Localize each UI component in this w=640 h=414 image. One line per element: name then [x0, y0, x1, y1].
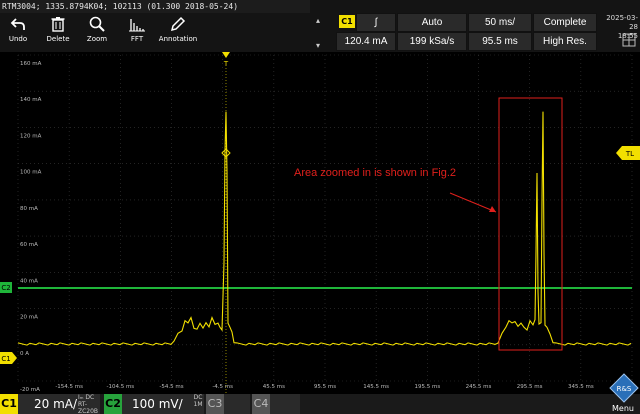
top-toolbar: RTM3004; 1335.8794K04; 102113 (01.300 20… [0, 0, 640, 52]
ch4-tag[interactable]: C4 [252, 394, 270, 414]
y-tick-label: 20 mA [20, 315, 38, 321]
annotation-button[interactable]: Annotation [158, 14, 198, 52]
sample-rate[interactable]: 199 kSa/s [397, 32, 467, 51]
ch2-coupling: DC [193, 394, 203, 401]
x-tick-label: 245.5 ms [466, 384, 492, 390]
ch2-marker-label: C2 [1, 284, 10, 292]
ch1-trace [17, 111, 632, 346]
horizontal-position[interactable]: 95.5 ms [468, 32, 532, 51]
acquisition-mode[interactable]: High Res. [533, 32, 597, 51]
ch1-offset-marker[interactable]: C1 [0, 352, 17, 364]
instrument-title: RTM3004; 1335.8794K04; 102113 (01.300 20… [0, 0, 310, 13]
ch3-slot[interactable] [224, 394, 250, 414]
chevron-up-icon: ▴ [316, 16, 321, 25]
x-tick-label: 145.5 ms [363, 384, 389, 390]
ch1-tag[interactable]: C1 [0, 394, 18, 414]
zoom-area-box [498, 97, 563, 351]
annotation-label: Annotation [158, 35, 198, 43]
graticule [17, 54, 633, 382]
x-tick-label: -104.5 ms [106, 384, 134, 390]
y-tick-label: 80 mA [20, 206, 38, 212]
trigger-source-badge[interactable]: C1 [339, 15, 355, 28]
ch2-offset-marker[interactable]: C2 [0, 282, 12, 293]
toolbar-scroll-toggle[interactable]: ▴ ▾ [312, 14, 330, 52]
ch3-tag[interactable]: C3 [206, 394, 224, 414]
ch1-probe: RT-ZC20B [78, 401, 99, 414]
date-text: 2025-03-28 [606, 14, 638, 31]
annotation-arrowhead [489, 206, 496, 212]
ch1-marker-label: C1 [1, 355, 10, 363]
spectrum-icon [129, 19, 145, 32]
zoom-button[interactable]: Zoom [79, 14, 115, 52]
ch2-coupling-info: DC 1M [190, 394, 206, 414]
y-tick-label: 160 mA [20, 61, 42, 67]
waveform-canvas: 160 mA 140 mA 120 mA 100 mA 80 mA 60 mA 40 mA 2… [0, 52, 640, 394]
x-tick-label: 195.5 ms [414, 384, 440, 390]
annotation-text: Area zoomed in is shown in Fig.2 [294, 167, 456, 179]
x-tick-label: 345.5 ms [568, 384, 594, 390]
trigger-position-marker[interactable]: T [222, 52, 230, 68]
ch1-probe-info: Iₘ DC RT-ZC20B [78, 394, 106, 414]
fft-label: FFT [130, 35, 144, 43]
ch2-impedance: 1M [193, 401, 203, 408]
trigger-level[interactable]: 120.4 mA [336, 32, 396, 51]
annotation-arrow [449, 192, 497, 213]
trash-icon [51, 17, 65, 32]
zoom-label: Zoom [86, 35, 108, 43]
trigger-level-marker[interactable]: TL [616, 146, 640, 160]
pencil-icon [170, 16, 186, 32]
trigger-slope[interactable]: ∫ [356, 13, 396, 32]
y-tick-label: -20 mA [20, 387, 40, 393]
undo-label: Undo [8, 35, 28, 43]
fft-button[interactable]: FFT [119, 14, 155, 52]
trigger-mode[interactable]: Auto [397, 13, 467, 32]
y-tick-label: 120 mA [20, 133, 42, 139]
trigger-marker-label: T [223, 60, 229, 68]
menu-label: Menu [612, 404, 634, 413]
y-tick-label: 0 A [20, 351, 29, 357]
waveform-display[interactable]: 160 mA 140 mA 120 mA 100 mA 80 mA 60 mA 40 mA 2… [0, 52, 640, 394]
undo-button[interactable]: Undo [0, 14, 36, 52]
display-layout-icon[interactable] [622, 33, 636, 47]
delete-label: Delete [46, 35, 70, 43]
y-tick-label: 60 mA [20, 242, 38, 248]
x-axis-labels: -154.5 ms -104.5 ms -54.5 ms -4.5 ms 45.5 ms… [55, 384, 594, 390]
chevron-down-icon: ▾ [316, 41, 321, 50]
undo-icon [10, 18, 25, 30]
time-scale[interactable]: 50 ms/ [468, 13, 532, 32]
y-tick-label: 40 mA [20, 278, 38, 284]
trigger-level-label: TL [625, 150, 634, 158]
x-tick-label: 295.5 ms [517, 384, 543, 390]
x-tick-label: 45.5 ms [263, 384, 285, 390]
magnifier-icon [89, 16, 105, 32]
ch1-coupling: Iₘ DC [78, 394, 95, 401]
x-tick-label: -4.5 ms [212, 384, 233, 390]
acquisition-state[interactable]: Complete [533, 13, 597, 32]
ch4-slot[interactable] [270, 394, 300, 414]
y-tick-label: 100 mA [20, 170, 42, 176]
x-tick-label: 95.5 ms [314, 384, 336, 390]
channel-bar: C1 20 mA/ Iₘ DC RT-ZC20B C2 100 mV/ DC 1… [0, 394, 640, 414]
delete-button[interactable]: Delete [40, 14, 76, 52]
ch2-tag[interactable]: C2 [104, 394, 122, 414]
x-tick-label: -154.5 ms [55, 384, 83, 390]
y-tick-label: 140 mA [20, 97, 42, 103]
rs-logo-text: R&S [617, 385, 632, 393]
x-tick-label: -54.5 ms [159, 384, 183, 390]
